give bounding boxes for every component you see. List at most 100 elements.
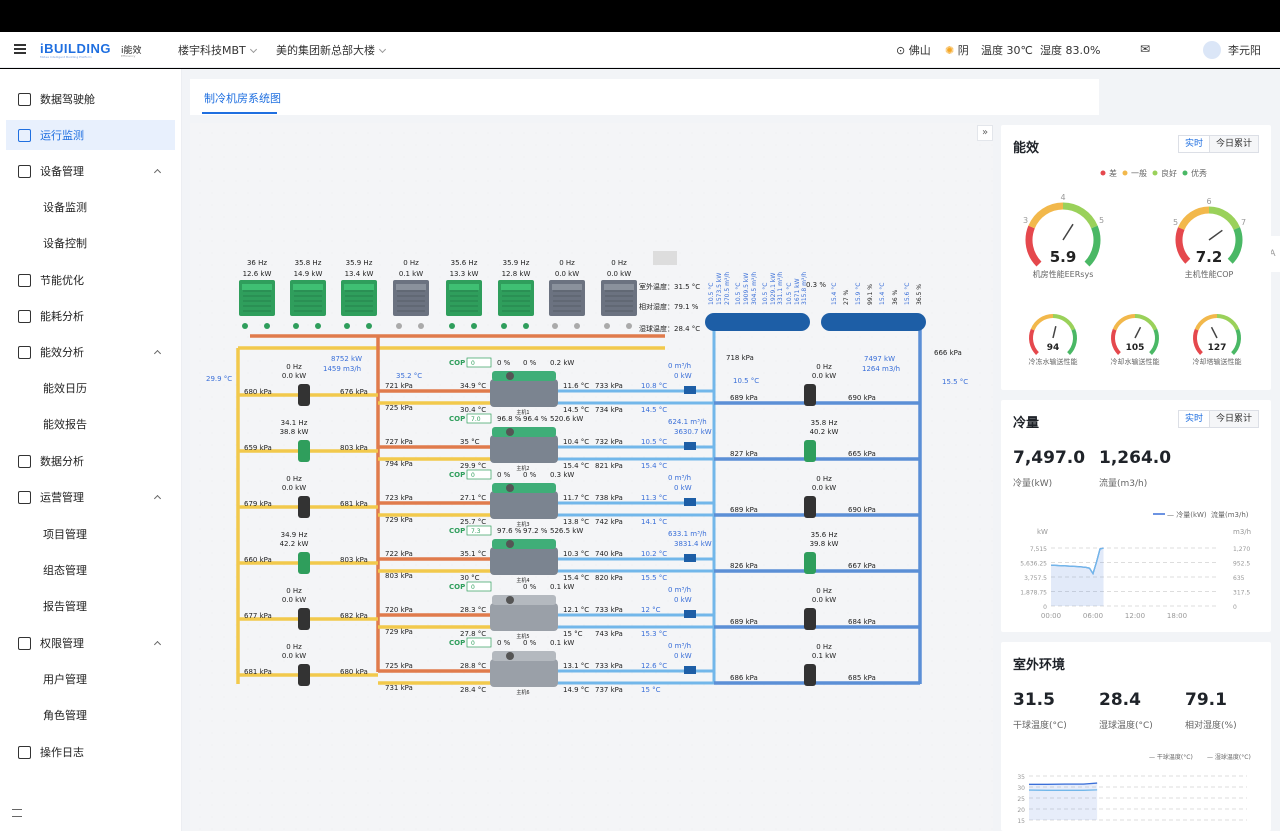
grid-dot xyxy=(571,648,573,650)
grid-dot xyxy=(991,408,993,410)
grid-dot xyxy=(523,192,525,194)
sidebar-item-4[interactable]: 设备控制 xyxy=(6,228,175,258)
chiller-load: 96.8 % xyxy=(497,415,522,423)
grid-dot xyxy=(703,792,705,794)
grid-dot xyxy=(535,204,537,206)
chevron-up-icon[interactable] xyxy=(153,349,162,358)
grid-dot xyxy=(655,828,657,830)
avatar[interactable] xyxy=(1203,41,1221,59)
grid-dot xyxy=(943,168,945,170)
grid-dot xyxy=(319,492,321,494)
grid-dot xyxy=(679,228,681,230)
grid-dot xyxy=(775,180,777,182)
grid-dot xyxy=(367,384,369,386)
grid-dot xyxy=(403,396,405,398)
grid-dot xyxy=(559,792,561,794)
grid-dot xyxy=(631,192,633,194)
grid-dot xyxy=(835,720,837,722)
sidebar-item-13[interactable]: 组态管理 xyxy=(6,555,175,585)
grid-dot xyxy=(547,360,549,362)
sidebar-item-5[interactable]: 节能优化 xyxy=(6,265,175,295)
chw-pump-kw: 39.8 kW xyxy=(810,540,839,548)
branch-capacity: 0 kW xyxy=(674,596,692,604)
grid-dot xyxy=(931,360,933,362)
grid-dot xyxy=(499,816,501,818)
chart-pie-icon xyxy=(18,92,31,106)
sidebar-item-3[interactable]: 设备监测 xyxy=(6,192,175,222)
grid-dot xyxy=(883,564,885,566)
grid-dot xyxy=(571,216,573,218)
grid-dot xyxy=(691,336,693,338)
grid-dot xyxy=(751,720,753,722)
mail-icon[interactable]: ✉ xyxy=(1140,42,1150,56)
grid-dot xyxy=(775,744,777,746)
collapse-sidebar-icon[interactable] xyxy=(12,809,22,817)
grid-dot xyxy=(955,396,957,398)
sidebar-item-14[interactable]: 报告管理 xyxy=(6,591,175,621)
evap-out-kpa: 733 kPa xyxy=(595,606,623,614)
grid-dot xyxy=(703,468,705,470)
grid-dot xyxy=(727,384,729,386)
grid-dot xyxy=(271,540,273,542)
app-logo[interactable]: iBUILDING xyxy=(40,41,111,56)
building-select[interactable]: 美的集团新总部大楼 xyxy=(276,42,387,58)
outdoor-chart: — 干球温度(°C) — 湿球温度(°C)3530252015 xyxy=(1017,753,1250,825)
grid-dot xyxy=(271,588,273,590)
grid-dot xyxy=(703,636,705,638)
grid-dot xyxy=(403,600,405,602)
grid-dot xyxy=(811,216,813,218)
grid-dot xyxy=(787,468,789,470)
toggle-today[interactable]: 今日累计 xyxy=(1209,411,1258,427)
grid-dot xyxy=(883,480,885,482)
grid-dot xyxy=(343,204,345,206)
sidebar-item-0[interactable]: 数据驾驶舱 xyxy=(6,84,175,114)
grid-dot xyxy=(631,756,633,758)
grid-dot xyxy=(595,264,597,266)
expand-panel-icon[interactable]: » xyxy=(977,125,993,141)
sidebar-item-17[interactable]: 角色管理 xyxy=(6,700,175,730)
grid-dot xyxy=(811,252,813,254)
user-name[interactable]: 李元阳 xyxy=(1228,42,1261,58)
grid-dot xyxy=(799,708,801,710)
grid-dot xyxy=(247,192,249,194)
sidebar-item-18[interactable]: 操作日志 xyxy=(6,737,175,767)
grid-dot xyxy=(199,828,201,830)
grid-dot xyxy=(703,816,705,818)
chevron-up-icon[interactable] xyxy=(153,640,162,649)
project-select[interactable]: 楼宇科技MBT xyxy=(178,42,257,58)
sidebar-item-6[interactable]: 能耗分析 xyxy=(6,301,175,331)
menu-icon[interactable] xyxy=(14,44,26,54)
sidebar-item-15[interactable]: 权限管理 xyxy=(6,628,175,658)
sidebar-item-9[interactable]: 能效报告 xyxy=(6,409,175,439)
sidebar-item-12[interactable]: 项目管理 xyxy=(6,519,175,549)
sidebar-item-2[interactable]: 设备管理 xyxy=(6,156,175,186)
grid-dot xyxy=(835,180,837,182)
chevron-up-icon[interactable] xyxy=(153,494,162,503)
grid-dot xyxy=(907,792,909,794)
cw-out-kpa: 676 kPa xyxy=(340,388,368,396)
grid-dot xyxy=(835,216,837,218)
sidebar-item-10[interactable]: 数据分析 xyxy=(6,446,175,476)
sidebar-item-8[interactable]: 能效日历 xyxy=(6,373,175,403)
grid-dot xyxy=(811,324,813,326)
grid-dot xyxy=(427,660,429,662)
grid-dot xyxy=(775,528,777,530)
grid-dot xyxy=(931,180,933,182)
grid-dot xyxy=(463,180,465,182)
grid-dot xyxy=(247,528,249,530)
grid-dot xyxy=(727,228,729,230)
sidebar-item-7[interactable]: 能效分析 xyxy=(6,337,175,367)
grid-dot xyxy=(967,360,969,362)
grid-dot xyxy=(967,408,969,410)
chevron-up-icon[interactable] xyxy=(153,168,162,177)
grid-dot xyxy=(775,156,777,158)
tab-system-diagram[interactable]: 制冷机房系统图 xyxy=(204,90,281,106)
sidebar-item-11[interactable]: 运营管理 xyxy=(6,482,175,512)
toggle-realtime[interactable]: 实时 xyxy=(1178,411,1210,427)
grid-dot xyxy=(259,576,261,578)
grid-dot xyxy=(859,216,861,218)
grid-dot xyxy=(931,312,933,314)
sidebar-item-16[interactable]: 用户管理 xyxy=(6,664,175,694)
sidebar-item-1[interactable]: 运行监测 xyxy=(6,120,175,150)
grid-dot xyxy=(331,756,333,758)
